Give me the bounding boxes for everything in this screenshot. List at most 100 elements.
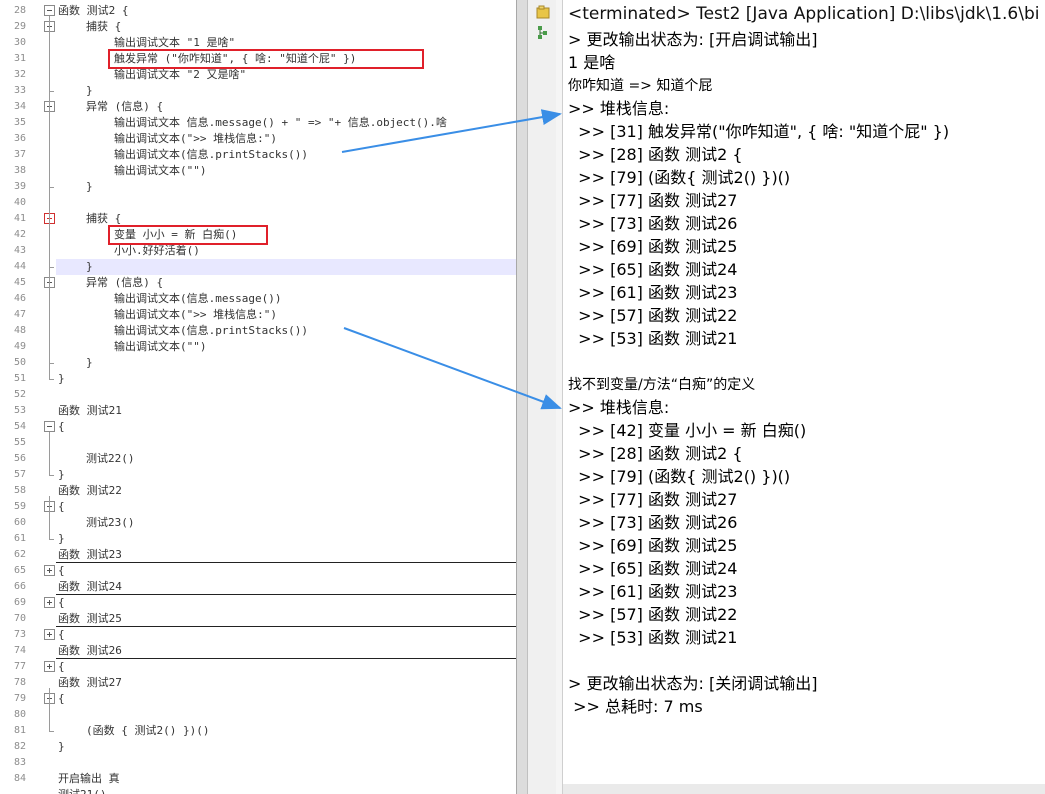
line-number: 59	[13, 501, 26, 512]
code-line[interactable]: 84 开启输出 真	[0, 771, 516, 787]
code-line[interactable]: 38 输出调试文本("")	[0, 163, 516, 179]
code-line[interactable]: 51}	[0, 371, 516, 387]
code-text: 测试23()	[86, 516, 135, 529]
code-line[interactable]: 82}	[0, 739, 516, 755]
code-line[interactable]: 48 输出调试文本(信息.printStacks())	[0, 323, 516, 339]
console-line: >> [73] 函数 测试26	[568, 513, 738, 532]
code-line[interactable]: 39}	[0, 179, 516, 195]
code-line[interactable]: 80	[0, 707, 516, 723]
code-editor[interactable]: 28 函数 测试2 {29 捕获 {30 输出调试文本 "1 是啥" 31 触发异常 ("…	[0, 0, 516, 794]
code-line[interactable]: 60 测试23()	[0, 515, 516, 531]
line-number: 36	[13, 133, 26, 144]
code-line[interactable]: 47 输出调试文本(">> 堆栈信息:")	[0, 307, 516, 323]
code-line[interactable]: 37 输出调试文本(信息.printStacks())	[0, 147, 516, 163]
fold-guide-end	[49, 379, 54, 380]
code-line[interactable]: 36 输出调试文本(">> 堆栈信息:")	[0, 131, 516, 147]
code-line[interactable]: 65 {	[0, 563, 516, 579]
code-text: 输出调试文本 信息.message() + " => "+ 信息.object(…	[114, 116, 447, 129]
code-line[interactable]: 58 函数 测试22	[0, 483, 516, 499]
code-line[interactable]: 40	[0, 195, 516, 211]
console-line: >> [73] 函数 测试26	[568, 214, 738, 233]
code-text: }	[86, 180, 93, 193]
line-number: 82	[13, 741, 26, 752]
code-text: 输出调试文本("")	[114, 340, 207, 353]
code-line[interactable]: 59 {	[0, 499, 516, 515]
line-number: 52	[13, 389, 26, 400]
code-line[interactable]: 46 输出调试文本(信息.message())	[0, 291, 516, 307]
code-line[interactable]: 29 捕获 {	[0, 19, 516, 35]
horizontal-scrollbar[interactable]	[563, 784, 1045, 794]
code-line[interactable]: 69 {	[0, 595, 516, 611]
code-text: 函数 测试27	[58, 676, 122, 689]
code-line[interactable]: 52	[0, 387, 516, 403]
fold-expand-icon[interactable]	[44, 629, 55, 640]
code-text: 函数 测试22	[58, 484, 122, 497]
code-line[interactable]: 74 函数 测试26	[0, 643, 516, 659]
code-line[interactable]: 62 函数 测试23	[0, 547, 516, 563]
fold-expand-icon[interactable]	[44, 597, 55, 608]
line-number: 70	[13, 613, 26, 624]
pane-divider[interactable]	[516, 0, 528, 794]
code-text: {	[58, 564, 65, 577]
line-number: 46	[13, 293, 26, 304]
line-number: 51	[13, 373, 26, 384]
code-line[interactable]: 78 函数 测试27	[0, 675, 516, 691]
fold-expand-icon[interactable]	[44, 661, 55, 672]
fold-expand-icon[interactable]	[44, 565, 55, 576]
code-line[interactable]: 73 {	[0, 627, 516, 643]
console-line: 找不到变量/方法“白痴”的定义	[568, 377, 756, 393]
code-line[interactable]: 43 小小.好好活着()	[0, 243, 516, 259]
console-output[interactable]: <terminated> Test2 [Java Application] D:…	[563, 0, 1045, 794]
package-icon[interactable]	[536, 4, 550, 19]
code-line[interactable]: 34 异常 (信息) {	[0, 99, 516, 115]
code-line[interactable]: 66 函数 测试24	[0, 579, 516, 595]
code-text: 异常 (信息) {	[86, 100, 164, 113]
code-line[interactable]: 50}	[0, 355, 516, 371]
code-line[interactable]: 49 输出调试文本("")	[0, 339, 516, 355]
console-line: 你咋知道 => 知道个屁	[568, 78, 713, 94]
console-line: >> [28] 函数 测试2 {	[568, 145, 743, 164]
line-number: 60	[13, 517, 26, 528]
fold-collapse-icon[interactable]	[44, 5, 55, 16]
console-line: >> [31] 触发异常("你咋知道", { 啥: "知道个屁" })	[568, 122, 950, 141]
code-line[interactable]: 54 {	[0, 419, 516, 435]
code-text: }	[58, 372, 65, 385]
code-line[interactable]: 77 {	[0, 659, 516, 675]
code-line[interactable]: 32 输出调试文本 "2 又是啥"	[0, 67, 516, 83]
code-line[interactable]: 45 异常 (信息) {	[0, 275, 516, 291]
code-line[interactable]: 70 函数 测试25	[0, 611, 516, 627]
code-line[interactable]: 81 (函数 { 测试2() })()	[0, 723, 516, 739]
code-line[interactable]: 56 测试22()	[0, 451, 516, 467]
code-line[interactable]: 83	[0, 755, 516, 771]
line-number: 34	[13, 101, 26, 112]
code-text: 输出调试文本 "2 又是啥"	[114, 68, 247, 81]
code-line[interactable]: 35 输出调试文本 信息.message() + " => "+ 信息.objec…	[0, 115, 516, 131]
fold-collapse-icon[interactable]	[44, 421, 55, 432]
code-line[interactable]: 33}	[0, 83, 516, 99]
code-line[interactable]: 53 函数 测试21	[0, 403, 516, 419]
line-number: 83	[13, 757, 26, 768]
hierarchy-icon[interactable]	[536, 24, 550, 39]
code-text: 小小.好好活着()	[114, 244, 200, 257]
line-number: 37	[13, 149, 26, 160]
console-line: >> [57] 函数 测试22	[568, 605, 738, 624]
line-number: 53	[13, 405, 26, 416]
code-line[interactable]: 55	[0, 435, 516, 451]
line-number: 29	[13, 21, 26, 32]
line-number: 61	[13, 533, 26, 544]
console-line: >> [53] 函数 测试21	[568, 329, 738, 348]
code-line[interactable]: 57}	[0, 467, 516, 483]
line-number: 45	[13, 277, 26, 288]
code-line[interactable]: 28 函数 测试2 {	[0, 3, 516, 19]
code-text: {	[58, 420, 65, 433]
console-toolbar	[528, 0, 556, 794]
code-line[interactable]: 测试21()	[0, 787, 516, 794]
code-text: 捕获 {	[86, 20, 122, 33]
code-line[interactable]: 79 {	[0, 691, 516, 707]
code-line[interactable]: 61}	[0, 531, 516, 547]
code-line[interactable]: 44}	[0, 259, 516, 275]
code-text: 函数 测试24	[58, 580, 122, 593]
collapsed-block-separator	[56, 626, 516, 627]
fold-guide	[49, 688, 50, 731]
line-number: 84	[13, 773, 26, 784]
